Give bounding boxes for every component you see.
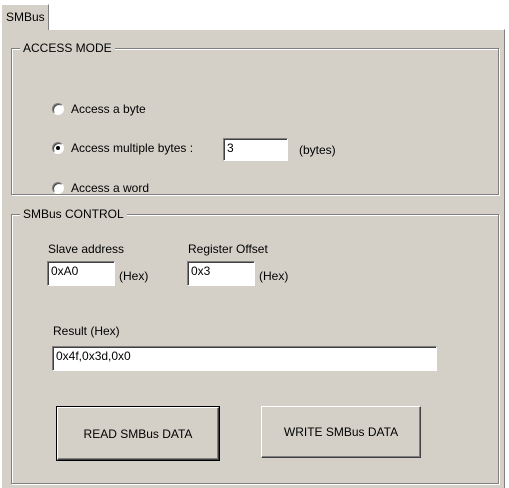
radio-button[interactable] <box>52 142 64 154</box>
byte-count-value: 3 <box>227 141 234 155</box>
read-smbus-data-label: READ SMBus DATA <box>83 426 193 441</box>
result-input[interactable]: 0x4f,0x3d,0x0 <box>52 346 437 371</box>
radio-button[interactable] <box>52 103 64 115</box>
access-mode-title: ACCESS MODE <box>20 41 115 55</box>
result-value: 0x4f,0x3d,0x0 <box>56 349 131 363</box>
write-smbus-data-label: WRITE SMBus DATA <box>283 425 399 439</box>
tab-smbus[interactable]: SMBus <box>1 4 49 30</box>
radio-access-word[interactable]: Access a word <box>52 181 149 195</box>
radio-access-multiple-bytes-label: Access multiple bytes : <box>71 141 194 155</box>
smbus-panel: ACCESS MODE Access a byte Access multipl… <box>1 29 505 488</box>
byte-count-unit: (bytes) <box>299 143 336 157</box>
slave-address-input[interactable]: 0xA0 <box>47 261 115 286</box>
register-offset-unit: (Hex) <box>259 269 289 283</box>
slave-address-value: 0xA0 <box>51 264 79 278</box>
radio-access-multiple-bytes[interactable]: Access multiple bytes : <box>52 141 193 155</box>
access-mode-group: ACCESS MODE Access a byte Access multipl… <box>11 41 499 195</box>
byte-count-input[interactable]: 3 <box>223 138 288 161</box>
read-smbus-data-button[interactable]: READ SMBus DATA <box>56 406 220 461</box>
slave-address-unit: (Hex) <box>119 269 149 283</box>
write-smbus-data-button[interactable]: WRITE SMBus DATA <box>261 406 421 458</box>
result-label: Result (Hex) <box>53 324 120 338</box>
smbus-control-title: SMBus CONTROL <box>20 207 127 221</box>
radio-access-byte[interactable]: Access a byte <box>52 102 146 116</box>
slave-address-label: Slave address <box>48 242 125 256</box>
register-offset-label: Register Offset <box>188 242 268 256</box>
radio-button[interactable] <box>52 182 64 194</box>
radio-access-byte-label: Access a byte <box>71 102 146 116</box>
tab-smbus-label: SMBus <box>6 10 45 24</box>
radio-access-word-label: Access a word <box>71 181 150 195</box>
register-offset-input[interactable]: 0x3 <box>187 261 255 286</box>
register-offset-value: 0x3 <box>191 264 211 278</box>
